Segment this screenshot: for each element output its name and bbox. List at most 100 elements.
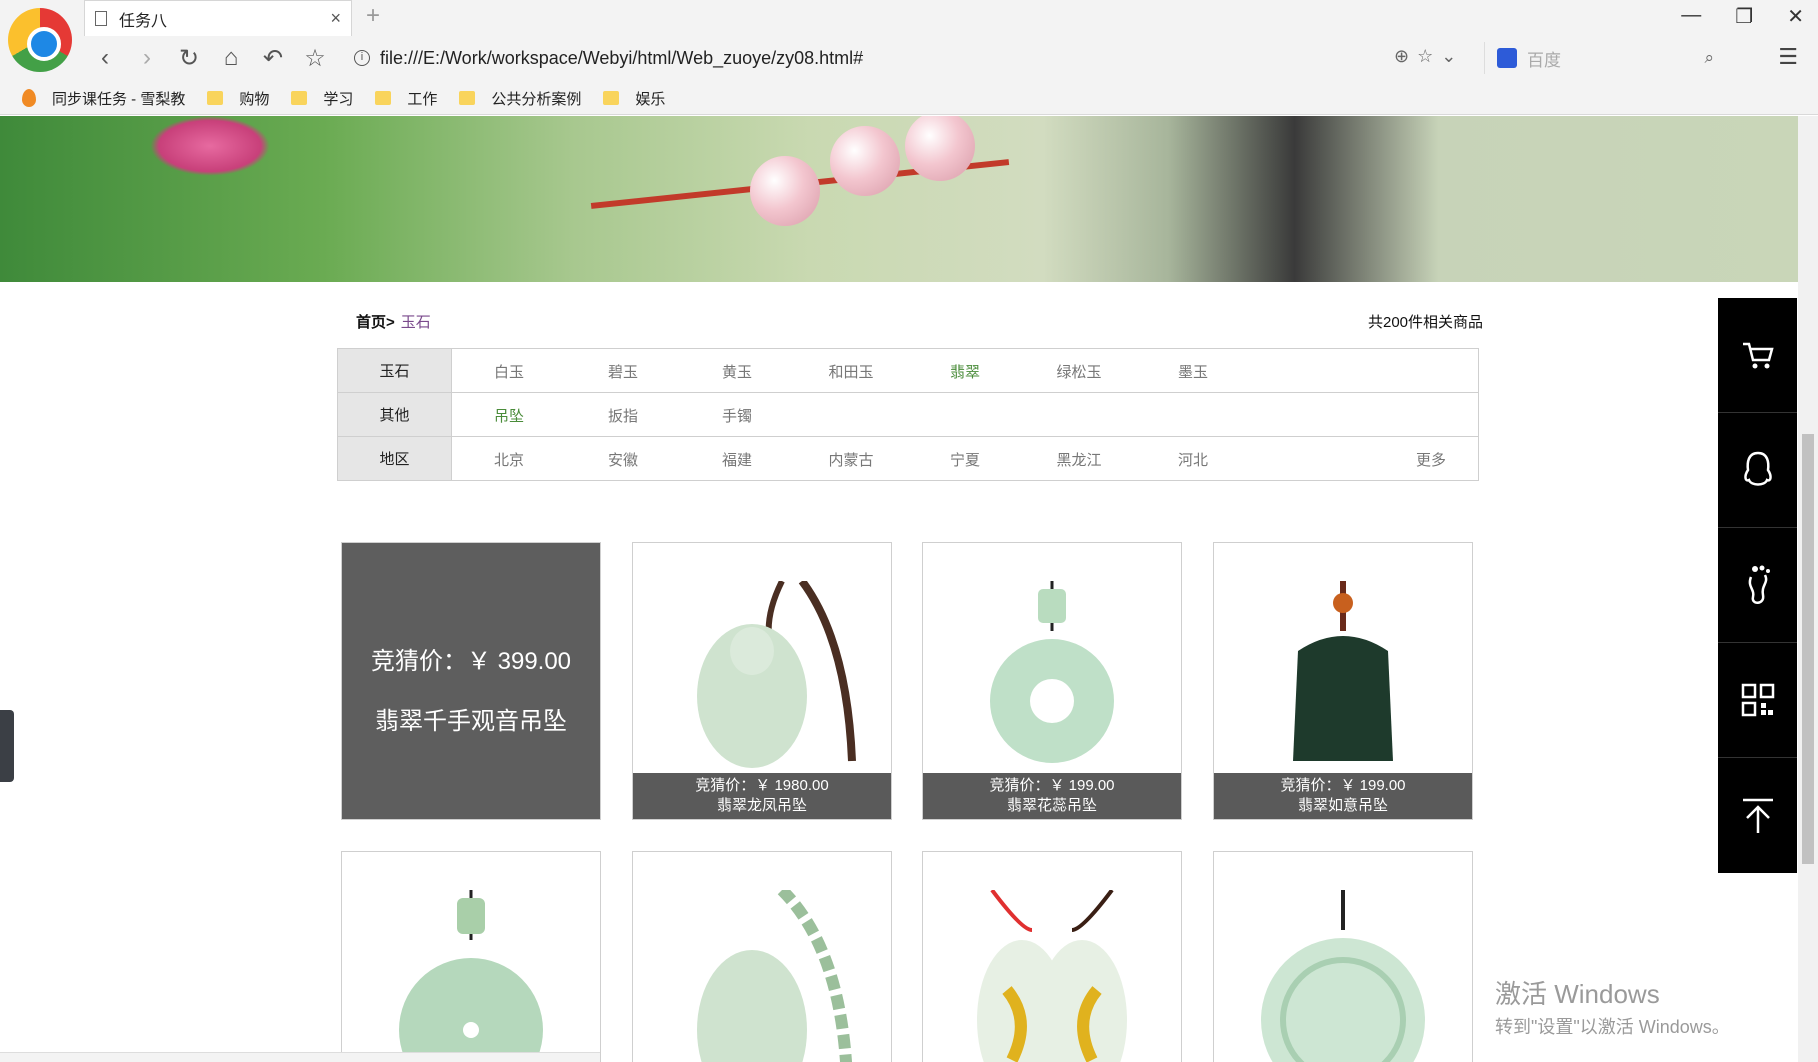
- bookmark-item[interactable]: 娱乐: [603, 88, 665, 109]
- dropdown-icon[interactable]: ⌄: [1441, 46, 1464, 66]
- status-bar: [0, 1052, 600, 1062]
- filter-option[interactable]: 内蒙古: [806, 449, 896, 470]
- navigation-bar: ‹ › ↻ ⌂ ↶ ☆ i file:///E:/Work/workspace/…: [84, 38, 1818, 78]
- bookmark-item[interactable]: 学习: [291, 88, 353, 109]
- browser-chrome: 任务八 × + — ❐ ✕ ‹ › ↻ ⌂ ↶ ☆ i file:///E:/W…: [0, 0, 1818, 115]
- product-card[interactable]: 竞猜价：￥ 199.00 翡翠如意吊坠: [1213, 542, 1473, 820]
- watermark-line: 激活 Windows: [1495, 979, 1660, 1009]
- filter-panel: 玉石 白玉 碧玉 黄玉 和田玉 翡翠 绿松玉 墨玉 其他 吊坠 扳指 手镯 地区…: [337, 348, 1479, 481]
- filter-option[interactable]: 和田玉: [806, 361, 896, 382]
- search-icon[interactable]: ⌕: [1704, 48, 1714, 68]
- bookmark-item[interactable]: 购物: [207, 88, 269, 109]
- forward-icon[interactable]: ›: [126, 44, 168, 72]
- folder-icon: [603, 91, 620, 105]
- filter-head: 其他: [338, 393, 452, 436]
- side-handle[interactable]: [0, 710, 14, 782]
- bookmark-item[interactable]: 公共分析案例: [459, 88, 581, 109]
- product-caption: 竞猜价：￥ 199.00 翡翠如意吊坠: [1214, 773, 1472, 819]
- favorite-icon[interactable]: ☆: [1417, 46, 1441, 66]
- folder-icon: [375, 91, 392, 105]
- close-window-icon[interactable]: ✕: [1787, 4, 1804, 29]
- search-placeholder: 百度: [1527, 50, 1561, 70]
- product-card[interactable]: [1213, 851, 1473, 1062]
- bookmark-item[interactable]: 工作: [375, 88, 437, 109]
- result-count: 共200件相关商品: [1368, 314, 1484, 331]
- search-box[interactable]: 百度 ⌕: [1484, 42, 1734, 74]
- scrollbar-thumb[interactable]: [1802, 434, 1814, 864]
- filter-option[interactable]: 白玉: [464, 361, 554, 382]
- filter-option[interactable]: 宁夏: [920, 449, 1010, 470]
- product-price: 竞猜价：￥ 199.00: [1280, 777, 1406, 794]
- floating-toolbar: [1718, 298, 1797, 873]
- lotus-decoration: [150, 116, 270, 176]
- filter-option-active[interactable]: 翡翠: [920, 361, 1010, 382]
- bookmark-star-icon[interactable]: ☆: [294, 44, 336, 73]
- filter-option[interactable]: 手镯: [692, 405, 782, 426]
- filter-option[interactable]: 福建: [692, 449, 782, 470]
- bookmark-item[interactable]: 同步课任务 - 雪梨教: [22, 88, 185, 109]
- address-tools: ⊕☆⌄: [1394, 46, 1464, 67]
- filter-option-active[interactable]: 吊坠: [464, 405, 554, 426]
- address-bar[interactable]: i file:///E:/Work/workspace/Webyi/html/W…: [354, 41, 1454, 75]
- jade-pendant-image: [1261, 890, 1425, 1062]
- cart-icon[interactable]: [1718, 298, 1797, 413]
- product-name: 翡翠千手观音吊坠: [375, 708, 567, 735]
- browser-logo-icon[interactable]: [8, 8, 72, 72]
- filter-option[interactable]: 黄玉: [692, 361, 782, 382]
- folder-icon: [207, 91, 224, 105]
- undo-icon[interactable]: ↶: [252, 44, 294, 73]
- filter-option[interactable]: 安徽: [578, 449, 668, 470]
- filter-option[interactable]: 黑龙江: [1034, 449, 1124, 470]
- menu-icon[interactable]: ☰: [1778, 44, 1798, 70]
- baidu-paw-icon: [1497, 48, 1517, 68]
- home-icon[interactable]: ⌂: [210, 44, 252, 72]
- back-icon[interactable]: ‹: [84, 44, 126, 72]
- product-card[interactable]: 竞猜价：￥ 199.00 翡翠花蕊吊坠: [922, 542, 1182, 820]
- product-name: 翡翠龙凤吊坠: [716, 797, 807, 814]
- restore-icon[interactable]: ❐: [1735, 4, 1753, 29]
- product-card[interactable]: [632, 851, 892, 1062]
- page-viewport: 首页> 玉石 共200件相关商品 玉石 白玉 碧玉 黄玉 和田玉 翡翠 绿松玉 墨…: [0, 116, 1818, 1062]
- breadcrumb-home[interactable]: 首页>: [356, 314, 395, 331]
- filter-option[interactable]: 河北: [1148, 449, 1238, 470]
- jade-pendant-image: [697, 581, 856, 768]
- more-link[interactable]: 更多: [1386, 449, 1476, 470]
- window-controls: — ❐ ✕: [1681, 4, 1804, 29]
- reload-icon[interactable]: ↻: [168, 44, 210, 73]
- product-price: 竞猜价：￥ 399.00: [370, 648, 572, 675]
- qq-icon[interactable]: [1718, 413, 1797, 528]
- filter-row-other: 其他 吊坠 扳指 手镯: [338, 393, 1478, 437]
- minimize-icon[interactable]: —: [1681, 4, 1701, 29]
- product-card[interactable]: 竞猜价：￥ 399.00 翡翠千手观音吊坠: [341, 542, 601, 820]
- filter-option[interactable]: 扳指: [578, 405, 668, 426]
- bead-decoration: [750, 156, 820, 226]
- breadcrumb-current[interactable]: 玉石: [401, 314, 431, 331]
- footprint-icon[interactable]: [1718, 528, 1797, 643]
- product-name: 翡翠花蕊吊坠: [1006, 797, 1097, 814]
- filter-row-region: 地区 北京 安徽 福建 内蒙古 宁夏 黑龙江 河北 更多: [338, 437, 1478, 480]
- info-icon[interactable]: i: [354, 50, 370, 66]
- filter-option[interactable]: 北京: [464, 449, 554, 470]
- product-card[interactable]: [922, 851, 1182, 1062]
- zoom-icon[interactable]: ⊕: [1394, 46, 1417, 66]
- product-card[interactable]: 竞猜价：￥ 1980.00 翡翠龙凤吊坠: [632, 542, 892, 820]
- close-tab-icon[interactable]: ×: [330, 8, 341, 29]
- filter-option[interactable]: 墨玉: [1148, 361, 1238, 382]
- qrcode-icon[interactable]: [1718, 643, 1797, 758]
- jade-pendant-image: [399, 890, 543, 1062]
- new-tab-button[interactable]: +: [366, 2, 380, 30]
- browser-tab[interactable]: 任务八 ×: [84, 0, 352, 36]
- address-text: file:///E:/Work/workspace/Webyi/html/Web…: [380, 47, 864, 68]
- banner-image: [0, 116, 1798, 282]
- filter-option[interactable]: 碧玉: [578, 361, 668, 382]
- product-price: 竞猜价：￥ 1980.00: [695, 777, 829, 794]
- vertical-scrollbar[interactable]: [1798, 116, 1818, 1062]
- jade-pendant-image: [697, 890, 853, 1062]
- back-to-top-icon[interactable]: [1718, 758, 1797, 873]
- product-name: 翡翠如意吊坠: [1297, 797, 1388, 814]
- product-price: 竞猜价：￥ 199.00: [989, 777, 1115, 794]
- filter-option[interactable]: 绿松玉: [1034, 361, 1124, 382]
- product-card[interactable]: [341, 851, 601, 1062]
- watermark-line: 转到"设置"以激活 Windows。: [1495, 1017, 1730, 1037]
- product-hover-overlay: 竞猜价：￥ 399.00 翡翠千手观音吊坠: [342, 543, 600, 819]
